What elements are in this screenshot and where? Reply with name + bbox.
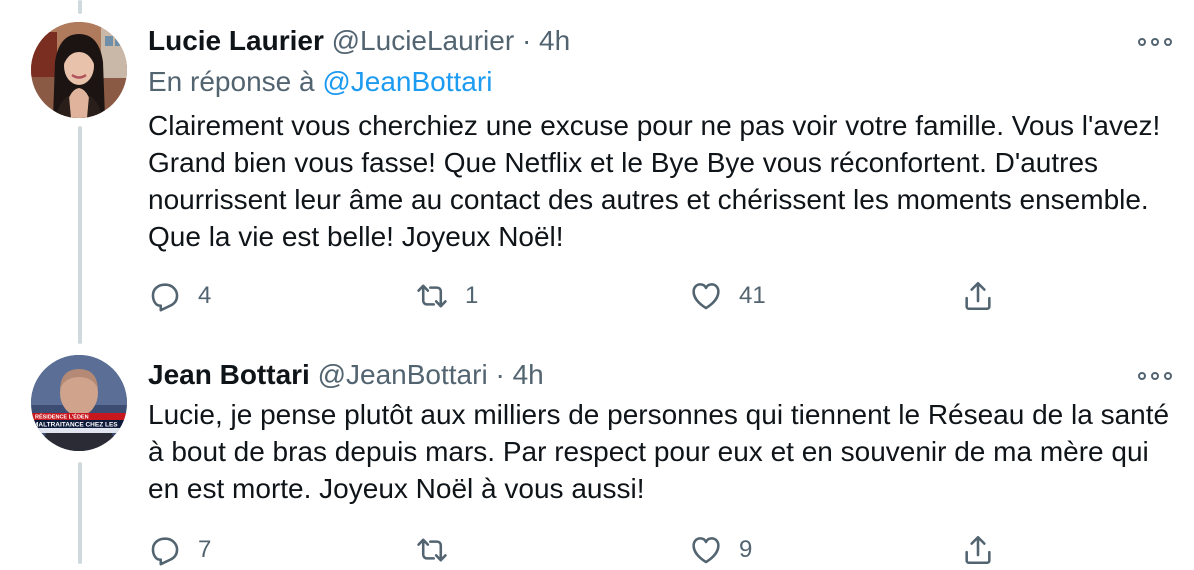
tweet-header: Jean Bottari @JeanBottari · 4h [148, 358, 544, 392]
like-button[interactable]: 41 [689, 276, 766, 316]
like-button[interactable]: 9 [689, 530, 752, 570]
retweet-button[interactable]: 1 [415, 276, 478, 316]
user-handle[interactable]: @JeanBottari [318, 359, 488, 390]
reply-prefix: En réponse à [148, 66, 315, 97]
retweet-icon [417, 538, 447, 562]
tweet-timestamp[interactable]: 4h [539, 25, 570, 56]
avatar-jean[interactable]: RÉSIDENCE L'ÉDEN MALTRAITANCE CHEZ LES [31, 355, 127, 451]
more-icon[interactable] [1138, 366, 1174, 386]
retweet-count: 1 [465, 282, 479, 309]
separator-dot: · [495, 359, 505, 390]
share-button[interactable] [961, 276, 995, 316]
reply-button[interactable]: 4 [148, 276, 211, 316]
tweet-actions: 7 9 [148, 530, 1008, 570]
reply-icon [151, 537, 179, 566]
retweet-icon [417, 284, 447, 308]
thread-line-bottom [78, 462, 82, 564]
avatar-lucie-image [31, 22, 127, 118]
share-icon [965, 535, 991, 565]
heart-icon [692, 537, 720, 564]
reply-context: En réponse à @JeanBottari [148, 64, 492, 100]
reply-count: 4 [198, 282, 212, 309]
user-handle[interactable]: @LucieLaurier [332, 25, 515, 56]
share-button[interactable] [961, 530, 995, 570]
display-name[interactable]: Jean Bottari [148, 359, 310, 390]
avatar-lucie[interactable] [31, 22, 127, 118]
tweet-header: Lucie Laurier @LucieLaurier · 4h [148, 24, 570, 58]
heart-icon [692, 283, 720, 310]
reply-count: 7 [198, 536, 212, 563]
display-name[interactable]: Lucie Laurier [148, 25, 324, 56]
retweet-button[interactable] [415, 530, 465, 570]
share-icon [965, 281, 991, 311]
thread-line-connector [78, 126, 82, 344]
like-count: 41 [739, 282, 766, 309]
reply-button[interactable]: 7 [148, 530, 211, 570]
reply-handle-link[interactable]: @JeanBottari [322, 66, 492, 97]
like-count: 9 [739, 536, 753, 563]
tweet-text: Lucie, je pense plutôt aux milliers de p… [148, 399, 1170, 504]
tweet-actions: 4 1 41 [148, 276, 1008, 316]
more-icon[interactable] [1138, 32, 1174, 52]
thread-line-top [78, 0, 82, 14]
avatar-banner-main: MALTRAITANCE CHEZ LES [33, 422, 118, 429]
reply-icon [151, 283, 179, 312]
tweet-text: Clairement vous cherchiez une excuse pou… [148, 110, 1161, 252]
tweet-timestamp[interactable]: 4h [513, 359, 544, 390]
avatar-banner-top: RÉSIDENCE L'ÉDEN [35, 413, 89, 421]
separator-dot: · [521, 25, 532, 56]
avatar-jean-image: RÉSIDENCE L'ÉDEN MALTRAITANCE CHEZ LES [31, 355, 127, 451]
